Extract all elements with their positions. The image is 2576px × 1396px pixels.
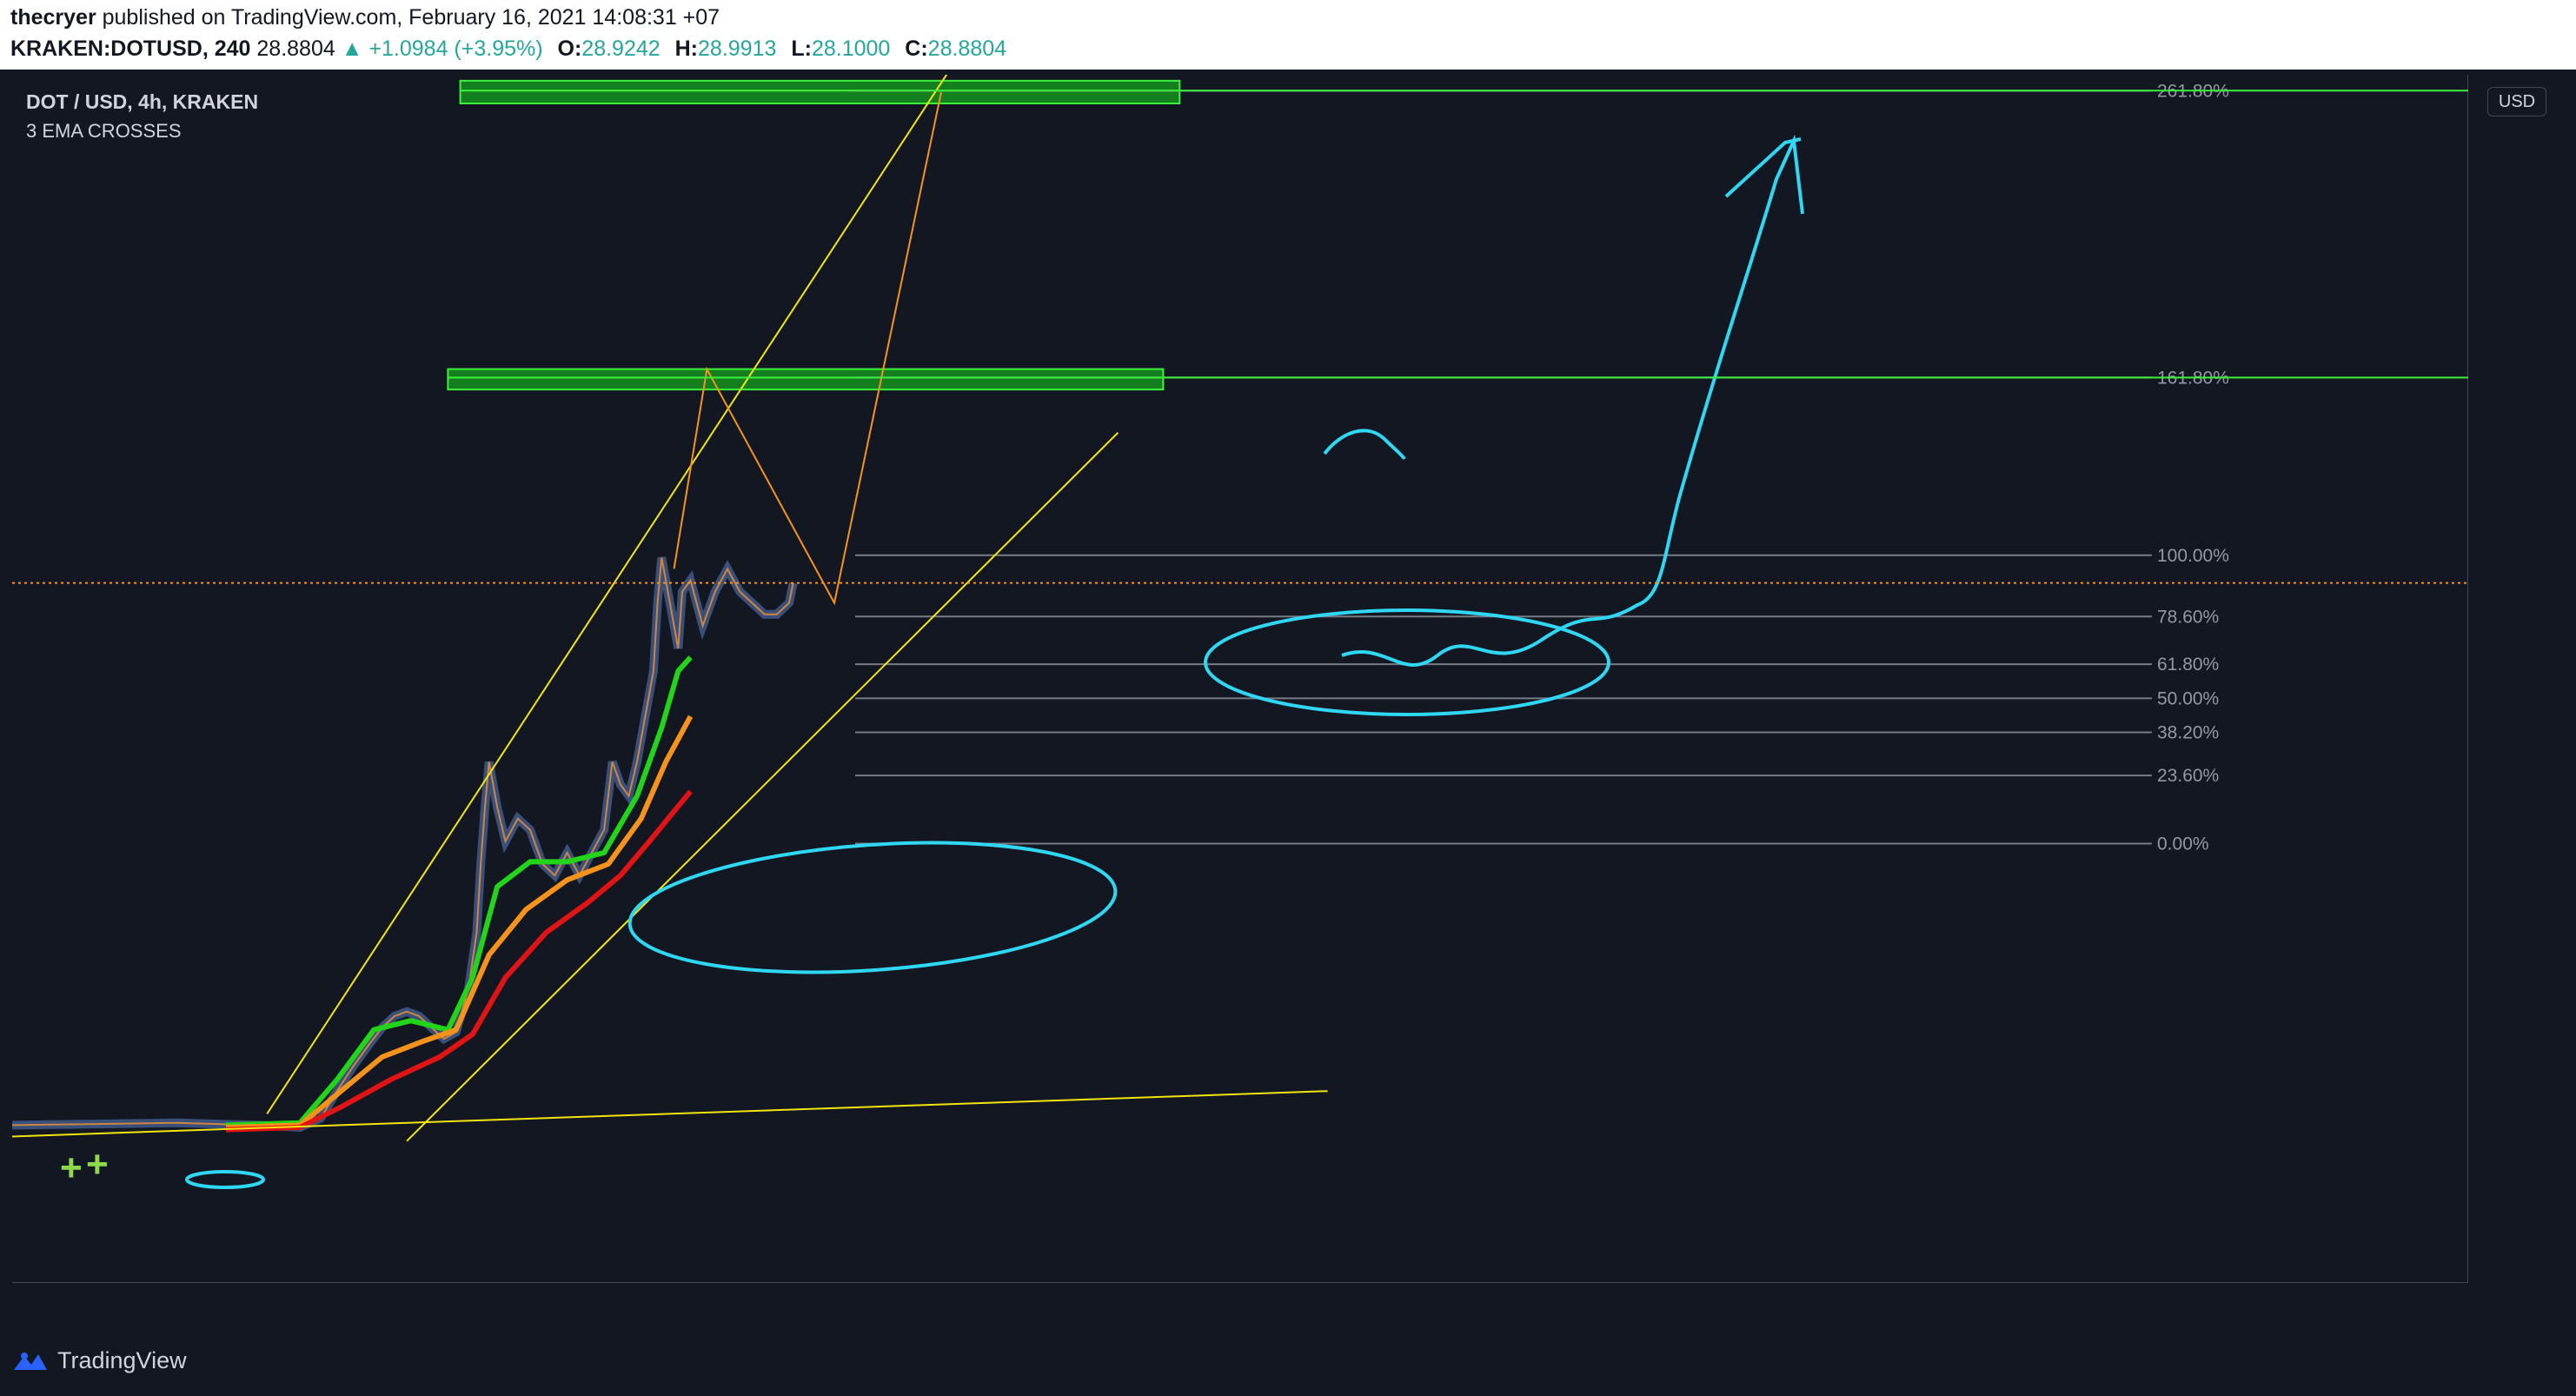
fib-label-3: 78.60% [2157, 607, 2219, 627]
price-change-text: ▲ +1.0984 (+3.95%) [341, 37, 543, 61]
high-label: H: [674, 37, 699, 61]
low-value: 28.1000 [811, 37, 891, 61]
indicator-legend[interactable]: 3 EMA CROSSES [26, 120, 182, 143]
symbol-name[interactable]: KRAKEN:DOTUSD, 240 [10, 37, 250, 61]
tradingview-logo-icon [14, 1353, 47, 1370]
tradingview-brand[interactable]: TradingView [57, 1347, 187, 1374]
cross-marker-0: + [60, 1147, 83, 1189]
chart-background [12, 75, 2468, 1283]
currency-label: USD [2498, 92, 2536, 111]
close-label: C: [905, 37, 928, 61]
publish-info: thecryer published on TradingView.com, F… [10, 5, 720, 30]
fib-label-2: 100.00% [2157, 546, 2229, 566]
low-label: L: [791, 37, 812, 61]
plot-area[interactable] [12, 75, 2468, 1283]
symbol-ohlc-line: KRAKEN:DOTUSD, 240 28.8804 ▲ +1.0984 (+3… [10, 37, 1006, 62]
open-value: 28.9242 [581, 37, 661, 61]
currency-button[interactable]: USD [2487, 87, 2546, 116]
target-zone-2[interactable] [459, 79, 1181, 105]
publish-header: thecryer published on TradingView.com, F… [0, 0, 2576, 70]
chart-legend-title[interactable]: DOT / USD, 4h, KRAKEN [26, 90, 258, 114]
cross-marker-1: + [86, 1143, 109, 1186]
author-name[interactable]: thecryer [10, 5, 96, 30]
fib-label-4: 61.80% [2157, 655, 2219, 675]
fib-label-5: 50.00% [2157, 688, 2219, 708]
high-value: 28.9913 [698, 37, 777, 61]
close-value: 28.8804 [927, 37, 1007, 61]
last-price-text: 28.8804 [256, 37, 335, 61]
fib-label-8: 0.00% [2157, 834, 2209, 854]
published-text: published on TradingView.com, February 1… [102, 5, 720, 30]
footer-bar: TradingView [0, 1330, 2576, 1396]
price-chart[interactable]: 261.80%161.80%100.00%78.60%61.80%50.00%3… [12, 75, 2468, 1283]
open-label: O: [557, 37, 582, 61]
fib-label-6: 38.20% [2157, 723, 2219, 743]
fib-label-7: 23.60% [2157, 766, 2219, 786]
target-zone-1[interactable] [447, 368, 1165, 391]
